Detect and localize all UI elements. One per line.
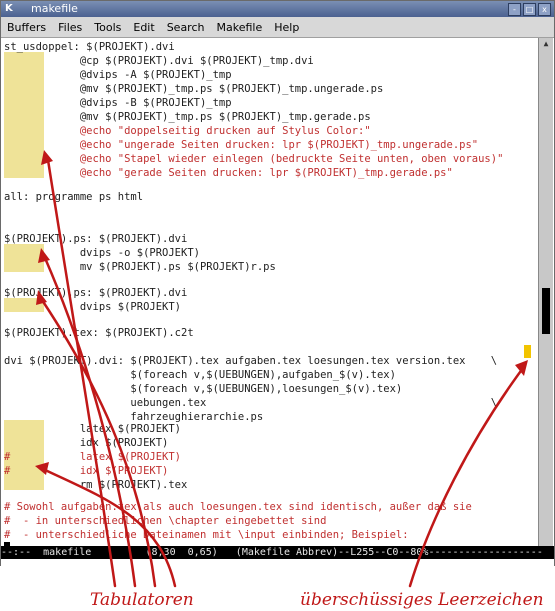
minibuffer[interactable] [1, 559, 554, 566]
code-line: @dvips -B $(PROJEKT)_tmp [4, 97, 232, 109]
title-bar[interactable]: K makefile - □ x [1, 1, 554, 17]
code-line: uebungen.tex \ [4, 397, 498, 409]
menu-help[interactable]: Help [268, 21, 305, 34]
scrollbar[interactable]: ▲ [538, 38, 553, 546]
app-icon[interactable]: K [5, 3, 13, 14]
scroll-up-arrow-icon[interactable]: ▲ [539, 38, 553, 50]
code-line: @cp $(PROJEKT).dvi $(PROJEKT)_tmp.dvi [4, 55, 314, 67]
code-line: $(PROJEKT).ps: $(PROJEKT).dvi [4, 287, 188, 299]
code-line: # idx $(PROJEKT) [4, 465, 169, 477]
editor-buffer[interactable]: st_usdoppel: $(PROJEKT).dvi @cp $(PROJEK… [1, 38, 538, 546]
code-line: st_usdoppel: $(PROJEKT).dvi [4, 41, 175, 53]
code-line: rm $(PROJEKT).tex [4, 479, 188, 491]
close-button[interactable]: x [538, 3, 551, 16]
code-line: @echo "gerade Seiten drucken: lpr $(PROJ… [4, 167, 453, 179]
code-line: mv $(PROJEKT).ps $(PROJEKT)r.ps [4, 261, 276, 273]
mode-line: --:-- makefile (8,30 0,65) (Makefile Abb… [1, 546, 554, 559]
menu-search[interactable]: Search [161, 21, 211, 34]
code-line: @dvips -A $(PROJEKT)_tmp [4, 69, 232, 81]
maximize-button[interactable]: □ [523, 3, 536, 16]
menu-edit[interactable]: Edit [127, 21, 160, 34]
minimize-button[interactable]: - [508, 3, 521, 16]
code-line: idx $(PROJEKT) [4, 437, 169, 449]
menu-files[interactable]: Files [52, 21, 88, 34]
code-line: dvips -o $(PROJEKT) [4, 247, 200, 259]
code-line: @echo "ungerade Seiten drucken: lpr $(PR… [4, 139, 479, 151]
code-line: # latex $(PROJEKT) [4, 451, 182, 463]
code-line: @echo "Stapel wieder einlegen (bedruckte… [4, 153, 504, 165]
code-line: # Sowohl aufgaben.tex als auch loesungen… [4, 501, 472, 513]
code-line: all: programme ps html [4, 191, 144, 203]
code-line: dvips $(PROJEKT) [4, 301, 182, 313]
trailing-whitespace-marker [524, 345, 531, 358]
menu-buffers[interactable]: Buffers [1, 21, 52, 34]
code-line: @echo "doppelseitig drucken auf Stylus C… [4, 125, 371, 137]
code-line: $(PROJEKT).tex: $(PROJEKT).c2t [4, 327, 194, 339]
menu-bar: Buffers Files Tools Edit Search Makefile… [1, 17, 554, 38]
window-controls: - □ x [508, 3, 551, 16]
menu-tools[interactable]: Tools [88, 21, 127, 34]
code-line: $(foreach v,$(UEBUNGEN),loesungen_$(v).t… [4, 383, 403, 395]
tabs-label: Tabulatoren [90, 590, 194, 610]
code-line: @mv $(PROJEKT)_tmp.ps $(PROJEKT)_tmp.ger… [4, 111, 371, 123]
scrollbar-thumb[interactable] [542, 288, 550, 334]
code-line: # - in unterschiedlichen \chapter eingeb… [4, 515, 327, 527]
trailing-space-label: überschüssiges Leerzeichen [300, 590, 544, 610]
code-line: @mv $(PROJEKT)_tmp.ps $(PROJEKT)_tmp.ung… [4, 83, 384, 95]
code-line: $(PROJEKT).ps: $(PROJEKT).dvi [4, 233, 188, 245]
menu-makefile[interactable]: Makefile [210, 21, 268, 34]
emacs-window: K makefile - □ x Buffers Files Tools Edi… [0, 0, 555, 566]
code-line: latex $(PROJEKT) [4, 423, 182, 435]
code-line: $(foreach v,$(UEBUNGEN),aufgaben_$(v).te… [4, 369, 396, 381]
code-line: dvi $(PROJEKT).dvi: $(PROJEKT).tex aufga… [4, 355, 498, 367]
window-title: makefile [31, 2, 78, 15]
code-line: # - unterschiedliche Dateinamen mit \inp… [4, 529, 409, 541]
